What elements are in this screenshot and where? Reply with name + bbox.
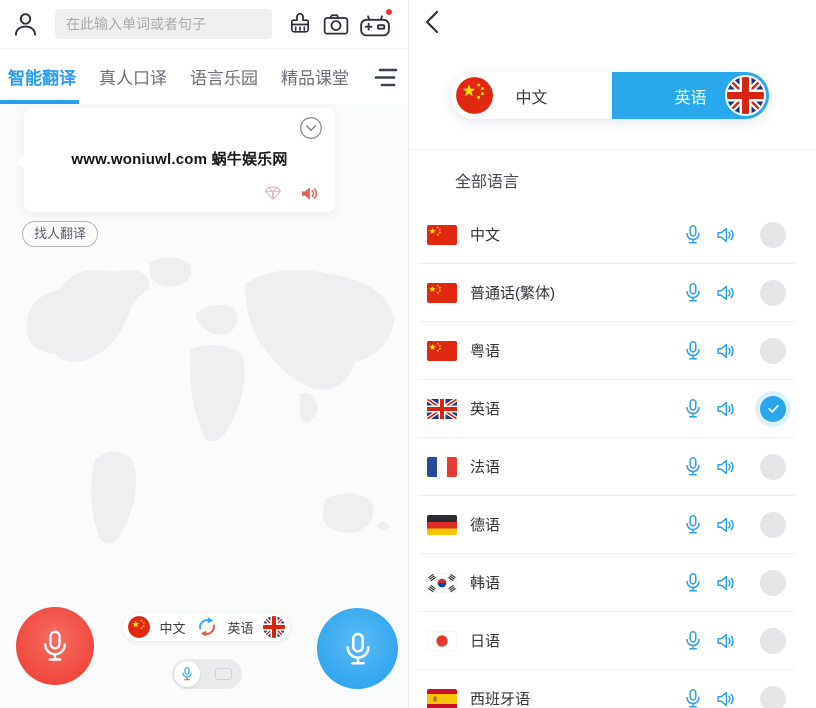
- language-pair-selector: 中文 英语: [451, 72, 769, 119]
- language-radio[interactable]: [760, 570, 786, 596]
- language-row[interactable]: 法语: [419, 438, 795, 496]
- speaker-icon[interactable]: [713, 688, 737, 708]
- uk-flag-icon: [725, 75, 766, 116]
- language-name: 中文: [470, 224, 500, 245]
- china-flag-icon[interactable]: [128, 616, 150, 638]
- speaker-icon[interactable]: [713, 456, 737, 478]
- language-row[interactable]: 韩语: [419, 554, 795, 612]
- clean-icon[interactable]: [286, 11, 314, 38]
- speaker-icon[interactable]: [713, 572, 737, 594]
- language-radio[interactable]: [760, 454, 786, 480]
- language-radio[interactable]: [760, 512, 786, 538]
- language-flag-icon: [427, 283, 457, 303]
- toggle-knob[interactable]: [174, 661, 200, 687]
- language-flag-icon: [427, 573, 457, 593]
- language-row[interactable]: 中文: [419, 206, 795, 264]
- blue-mic-button[interactable]: [317, 608, 398, 689]
- mic-icon[interactable]: [682, 339, 704, 362]
- language-name: 西班牙语: [470, 688, 530, 708]
- mic-icon[interactable]: [682, 513, 704, 536]
- selector-source-label: 中文: [451, 84, 612, 108]
- tab-3[interactable]: 语言乐园: [190, 49, 258, 104]
- language-name: 日语: [470, 630, 500, 651]
- source-language-label: 中文: [159, 618, 185, 637]
- mic-icon[interactable]: [682, 455, 704, 478]
- back-chevron-icon[interactable]: [421, 9, 445, 35]
- translation-result-card: www.woniuwl.com 蜗牛娱乐网: [24, 108, 335, 212]
- translate-content: www.woniuwl.com 蜗牛娱乐网 找人翻译: [0, 104, 408, 708]
- gem-icon[interactable]: [263, 183, 283, 203]
- language-row[interactable]: 英语: [419, 380, 795, 438]
- tab-4[interactable]: 精品课堂: [281, 49, 349, 104]
- find-translator-button[interactable]: 找人翻译: [22, 221, 98, 247]
- language-radio[interactable]: [760, 396, 786, 422]
- speaker-icon[interactable]: [713, 282, 737, 304]
- language-name: 粤语: [470, 340, 500, 361]
- red-mic-button[interactable]: [16, 607, 94, 685]
- tab-bar: 智能翻译真人口译语言乐园精品课堂: [0, 48, 408, 104]
- sort-menu-icon[interactable]: [373, 66, 399, 89]
- section-title: 全部语言: [455, 168, 519, 192]
- language-radio[interactable]: [760, 628, 786, 654]
- target-language-label: 英语: [228, 618, 254, 637]
- profile-icon[interactable]: [12, 10, 39, 38]
- mic-icon[interactable]: [682, 223, 704, 246]
- uk-flag-icon[interactable]: [263, 616, 285, 638]
- notification-dot: [386, 9, 392, 15]
- language-flag-icon: [427, 457, 457, 477]
- tab-2[interactable]: 真人口译: [99, 49, 167, 104]
- language-row[interactable]: 粤语: [419, 322, 795, 380]
- speaker-icon[interactable]: [713, 340, 737, 362]
- selector-source-tab[interactable]: 中文: [451, 72, 612, 119]
- swap-arrows-icon[interactable]: [195, 615, 219, 639]
- language-name: 普通话(繁体): [470, 282, 555, 303]
- camera-icon[interactable]: [322, 11, 350, 38]
- language-radio[interactable]: [760, 686, 786, 708]
- language-radio[interactable]: [760, 280, 786, 306]
- language-radio[interactable]: [760, 222, 786, 248]
- speaker-icon[interactable]: [713, 514, 737, 536]
- mic-icon[interactable]: [682, 571, 704, 594]
- search-input[interactable]: [55, 9, 272, 39]
- language-radio[interactable]: [760, 338, 786, 364]
- language-row[interactable]: 德语: [419, 496, 795, 554]
- language-flag-icon: [427, 399, 457, 419]
- topbar: [0, 0, 408, 48]
- language-row[interactable]: 西班牙语: [419, 670, 795, 708]
- language-row[interactable]: 日语: [419, 612, 795, 670]
- language-list: 中文 普通话(繁体): [419, 206, 795, 708]
- mic-icon[interactable]: [682, 629, 704, 652]
- language-flag-icon: [427, 631, 457, 651]
- tab-1[interactable]: 智能翻译: [8, 49, 76, 104]
- mic-icon[interactable]: [682, 687, 704, 708]
- language-name: 法语: [470, 456, 500, 477]
- translator-app: 智能翻译真人口译语言乐园精品课堂: [0, 0, 816, 708]
- input-mode-toggle[interactable]: [172, 659, 242, 689]
- selector-target-tab[interactable]: 英语: [612, 72, 769, 119]
- language-flag-icon: [427, 225, 457, 245]
- language-flag-icon: [427, 689, 457, 708]
- speaker-icon[interactable]: [713, 224, 737, 246]
- language-pair-bar: 中文 英语: [123, 613, 290, 641]
- gamepad-icon[interactable]: [357, 10, 393, 40]
- speaker-icon[interactable]: [713, 630, 737, 652]
- divider: [409, 149, 816, 150]
- speaker-icon[interactable]: [298, 183, 320, 204]
- speaker-icon[interactable]: [713, 398, 737, 420]
- language-flag-icon: [427, 515, 457, 535]
- language-flag-icon: [427, 341, 457, 361]
- language-name: 韩语: [470, 572, 500, 593]
- main-translate-panel: 智能翻译真人口译语言乐园精品课堂: [0, 0, 408, 708]
- language-name: 德语: [470, 514, 500, 535]
- world-map: [0, 244, 408, 664]
- chevron-down-circle-icon[interactable]: [299, 116, 323, 140]
- mic-icon[interactable]: [682, 397, 704, 420]
- translation-text: www.woniuwl.com 蜗牛娱乐网: [24, 148, 335, 169]
- language-row[interactable]: 普通话(繁体): [419, 264, 795, 322]
- language-name: 英语: [470, 398, 500, 419]
- language-select-panel: 中文 英语 全部语言 中文: [408, 0, 816, 708]
- mic-icon[interactable]: [682, 281, 704, 304]
- keyboard-icon: [215, 668, 232, 680]
